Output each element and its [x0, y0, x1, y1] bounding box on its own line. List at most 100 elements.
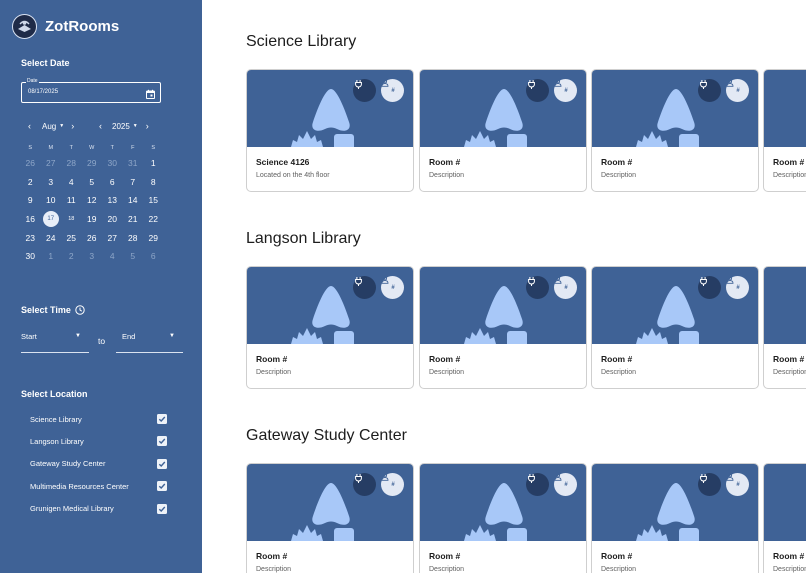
- month-select[interactable]: Aug: [42, 122, 56, 131]
- room-title: Room #: [601, 551, 633, 561]
- location-option[interactable]: Gateway Study Center: [30, 457, 167, 471]
- calendar-day[interactable]: 27: [102, 233, 123, 243]
- room-card[interactable]: # Room # Description: [419, 463, 587, 573]
- next-year-button[interactable]: ›: [146, 121, 149, 131]
- capacity-badge[interactable]: #: [726, 473, 749, 496]
- calendar-day[interactable]: 12: [82, 195, 103, 205]
- calendar-day-outside[interactable]: 6: [143, 251, 164, 261]
- capacity-badge[interactable]: #: [554, 473, 577, 496]
- room-card[interactable]: # Science 4126 Located on the 4th floor: [246, 69, 414, 192]
- calendar-day-outside[interactable]: 27: [41, 158, 62, 168]
- weekday-label: T: [69, 145, 73, 151]
- location-option[interactable]: Langson Library: [30, 434, 167, 448]
- calendar-day[interactable]: 20: [102, 214, 123, 224]
- calendar-day-outside[interactable]: 1: [41, 251, 62, 261]
- calendar-day[interactable]: 30: [20, 251, 41, 261]
- power-plug-icon[interactable]: [526, 473, 549, 496]
- capacity-badge[interactable]: #: [381, 473, 404, 496]
- location-checkbox[interactable]: [157, 458, 167, 469]
- calendar-day[interactable]: 2: [20, 177, 41, 187]
- location-checkbox[interactable]: [157, 436, 167, 447]
- calendar-day-outside[interactable]: 31: [123, 158, 144, 168]
- room-image-placeholder: #: [592, 70, 758, 147]
- room-card[interactable]: # Room # Description: [591, 69, 759, 192]
- capacity-badge[interactable]: #: [726, 276, 749, 299]
- room-card[interactable]: # Room # Description: [591, 266, 759, 389]
- prev-month-button[interactable]: ‹: [28, 121, 31, 131]
- calendar-day[interactable]: 6: [102, 177, 123, 187]
- calendar-day-outside[interactable]: 30: [102, 158, 123, 168]
- calendar-icon[interactable]: [145, 87, 156, 99]
- capacity-badge[interactable]: #: [381, 79, 404, 102]
- location-checkbox[interactable]: [157, 414, 167, 424]
- calendar-day[interactable]: 25: [61, 233, 82, 243]
- calendar-day[interactable]: 18: [61, 216, 82, 222]
- calendar-day-outside[interactable]: 5: [123, 251, 144, 261]
- location-checkbox[interactable]: [157, 503, 167, 514]
- calendar-day[interactable]: 1: [143, 158, 164, 168]
- end-time-select[interactable]: End ▼: [116, 330, 183, 353]
- room-card[interactable]: # Room # Description: [591, 463, 759, 573]
- calendar-day-outside[interactable]: 3: [82, 251, 103, 261]
- year-select[interactable]: 2025: [112, 122, 130, 131]
- start-time-select[interactable]: Start ▼: [21, 330, 89, 353]
- room-card[interactable]: # Room # Description: [419, 266, 587, 389]
- calendar-day[interactable]: 4: [61, 177, 82, 187]
- calendar-day[interactable]: 16: [20, 214, 41, 224]
- calendar-day-selected[interactable]: 17: [41, 211, 62, 228]
- calendar-day[interactable]: 29: [143, 233, 164, 243]
- calendar-day[interactable]: 23: [20, 233, 41, 243]
- calendar-day[interactable]: 22: [143, 214, 164, 224]
- power-plug-icon[interactable]: [353, 79, 376, 102]
- room-card[interactable]: # Room # Description: [763, 69, 806, 192]
- room-card[interactable]: # Room # Description: [763, 463, 806, 573]
- calendar-day[interactable]: 10: [41, 195, 62, 205]
- year-caret-icon[interactable]: ▼: [133, 123, 138, 129]
- calendar-day[interactable]: 19: [82, 214, 103, 224]
- calendar-day[interactable]: 13: [102, 195, 123, 205]
- capacity-badge[interactable]: #: [554, 79, 577, 102]
- calendar-day[interactable]: 24: [41, 233, 62, 243]
- power-plug-icon[interactable]: [353, 473, 376, 496]
- capacity-badge[interactable]: #: [726, 79, 749, 102]
- calendar-day[interactable]: 15: [143, 195, 164, 205]
- capacity-badge[interactable]: #: [381, 276, 404, 299]
- location-checkbox[interactable]: [157, 481, 167, 492]
- next-month-button[interactable]: ›: [71, 121, 74, 131]
- brand[interactable]: ZotRooms: [12, 14, 119, 39]
- month-caret-icon[interactable]: ▼: [59, 123, 64, 129]
- power-plug-icon[interactable]: [526, 79, 549, 102]
- calendar-day[interactable]: 26: [82, 233, 103, 243]
- power-plug-icon[interactable]: [526, 276, 549, 299]
- location-option[interactable]: Grunigen Medical Library: [30, 502, 167, 516]
- calendar-day[interactable]: 5: [82, 177, 103, 187]
- calendar-day[interactable]: 8: [143, 177, 164, 187]
- calendar-day[interactable]: 28: [123, 233, 144, 243]
- room-card[interactable]: # Room # Description: [246, 463, 414, 573]
- calendar-day-outside[interactable]: 4: [102, 251, 123, 261]
- calendar-day-outside[interactable]: 26: [20, 158, 41, 168]
- calendar-day[interactable]: 9: [20, 195, 41, 205]
- prev-year-button[interactable]: ‹: [99, 121, 102, 131]
- room-card[interactable]: # Room # Description: [763, 266, 806, 389]
- power-plug-icon[interactable]: [698, 79, 721, 102]
- room-image-placeholder: #: [420, 70, 586, 147]
- calendar-day-outside[interactable]: 29: [82, 158, 103, 168]
- room-description: Description: [773, 172, 806, 179]
- calendar-day[interactable]: 3: [41, 177, 62, 187]
- room-card[interactable]: # Room # Description: [419, 69, 587, 192]
- location-option[interactable]: Science Library: [30, 412, 167, 426]
- calendar-day[interactable]: 14: [123, 195, 144, 205]
- calendar-day[interactable]: 11: [61, 195, 82, 205]
- calendar-day-outside[interactable]: 28: [61, 158, 82, 168]
- location-option[interactable]: Multimedia Resources Center: [30, 479, 167, 493]
- capacity-badge[interactable]: #: [554, 276, 577, 299]
- room-card[interactable]: # Room # Description: [246, 266, 414, 389]
- power-plug-icon[interactable]: [698, 276, 721, 299]
- power-plug-icon[interactable]: [353, 276, 376, 299]
- calendar-day[interactable]: 21: [123, 214, 144, 224]
- calendar-day-outside[interactable]: 2: [61, 251, 82, 261]
- date-field[interactable]: Date 08/17/2025: [21, 78, 161, 103]
- power-plug-icon[interactable]: [698, 473, 721, 496]
- calendar-day[interactable]: 7: [123, 177, 144, 187]
